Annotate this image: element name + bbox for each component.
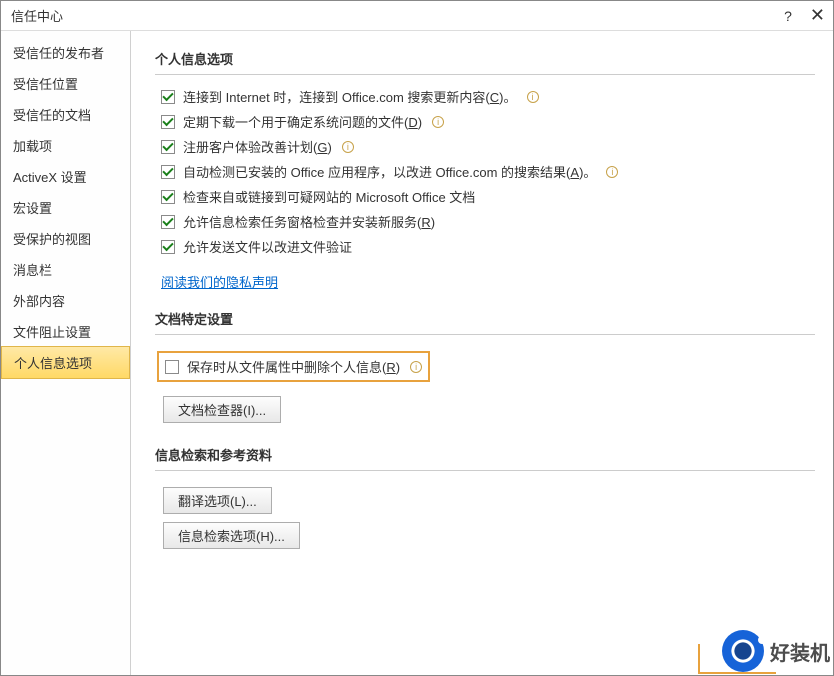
sidebar-item-2[interactable]: 受信任的文档 <box>1 99 130 130</box>
sidebar-item-7[interactable]: 消息栏 <box>1 254 130 285</box>
personal-option-label-3: 自动检测已安装的 Office 应用程序，以改进 Office.com 的搜索结… <box>183 162 596 181</box>
sidebar-item-9[interactable]: 文件阻止设置 <box>1 316 130 347</box>
remove-personal-info-label: 保存时从文件属性中删除个人信息(R) <box>187 357 400 376</box>
remove-personal-info-checkbox[interactable] <box>165 360 179 374</box>
watermark: 好装机 <box>722 630 830 672</box>
personal-option-4: 检查来自或链接到可疑网站的 Microsoft Office 文档 <box>155 187 815 206</box>
sidebar: 受信任的发布者受信任位置受信任的文档加载项ActiveX 设置宏设置受保护的视图… <box>1 31 131 675</box>
help-icon[interactable]: ? <box>784 8 792 24</box>
sidebar-item-8[interactable]: 外部内容 <box>1 285 130 316</box>
personal-option-checkbox-5[interactable] <box>161 215 175 229</box>
remove-personal-info-highlight: 保存时从文件属性中删除个人信息(R) i <box>157 351 430 382</box>
info-icon[interactable]: i <box>606 166 618 178</box>
personal-option-label-1: 定期下载一个用于确定系统问题的文件(D) <box>183 112 422 131</box>
privacy-link[interactable]: 阅读我们的隐私声明 <box>161 272 278 291</box>
personal-option-checkbox-1[interactable] <box>161 115 175 129</box>
personal-option-label-5: 允许信息检索任务窗格检查并安装新服务(R) <box>183 212 435 231</box>
info-icon[interactable]: i <box>527 91 539 103</box>
document-inspector-button[interactable]: 文档检查器(I)... <box>163 396 281 423</box>
personal-option-label-0: 连接到 Internet 时，连接到 Office.com 搜索更新内容(C)。 <box>183 87 517 106</box>
section-header-personal: 个人信息选项 <box>155 49 815 75</box>
personal-option-2: 注册客户体验改善计划(G) i <box>155 137 815 156</box>
section-header-docspec: 文档特定设置 <box>155 309 815 335</box>
sidebar-item-10[interactable]: 个人信息选项 <box>1 346 130 379</box>
personal-option-3: 自动检测已安装的 Office 应用程序，以改进 Office.com 的搜索结… <box>155 162 815 181</box>
personal-option-checkbox-2[interactable] <box>161 140 175 154</box>
watermark-text: 好装机 <box>770 637 830 666</box>
personal-option-5: 允许信息检索任务窗格检查并安装新服务(R) <box>155 212 815 231</box>
personal-option-label-4: 检查来自或链接到可疑网站的 Microsoft Office 文档 <box>183 187 475 206</box>
personal-option-1: 定期下载一个用于确定系统问题的文件(D) i <box>155 112 815 131</box>
translate-options-button[interactable]: 翻译选项(L)... <box>163 487 272 514</box>
sidebar-item-1[interactable]: 受信任位置 <box>1 68 130 99</box>
watermark-logo-icon <box>722 630 764 672</box>
sidebar-item-0[interactable]: 受信任的发布者 <box>1 37 130 68</box>
info-icon[interactable]: i <box>432 116 444 128</box>
personal-option-6: 允许发送文件以改进文件验证 <box>155 237 815 256</box>
personal-option-checkbox-6[interactable] <box>161 240 175 254</box>
sidebar-item-3[interactable]: 加载项 <box>1 130 130 161</box>
section-header-research: 信息检索和参考资料 <box>155 445 815 471</box>
sidebar-item-6[interactable]: 受保护的视图 <box>1 223 130 254</box>
sidebar-item-4[interactable]: ActiveX 设置 <box>1 161 130 192</box>
personal-option-0: 连接到 Internet 时，连接到 Office.com 搜索更新内容(C)。… <box>155 87 815 106</box>
close-icon[interactable]: ✕ <box>810 5 825 26</box>
window-title: 信任中心 <box>11 6 63 25</box>
personal-option-checkbox-4[interactable] <box>161 190 175 204</box>
sidebar-item-5[interactable]: 宏设置 <box>1 192 130 223</box>
research-options-button[interactable]: 信息检索选项(H)... <box>163 522 300 549</box>
personal-option-checkbox-0[interactable] <box>161 90 175 104</box>
personal-option-checkbox-3[interactable] <box>161 165 175 179</box>
info-icon[interactable]: i <box>342 141 354 153</box>
personal-option-label-2: 注册客户体验改善计划(G) <box>183 137 332 156</box>
content-panel: 个人信息选项 连接到 Internet 时，连接到 Office.com 搜索更… <box>131 31 833 675</box>
titlebar: 信任中心 ? ✕ <box>1 1 833 31</box>
info-icon[interactable]: i <box>410 361 422 373</box>
personal-option-label-6: 允许发送文件以改进文件验证 <box>183 237 352 256</box>
